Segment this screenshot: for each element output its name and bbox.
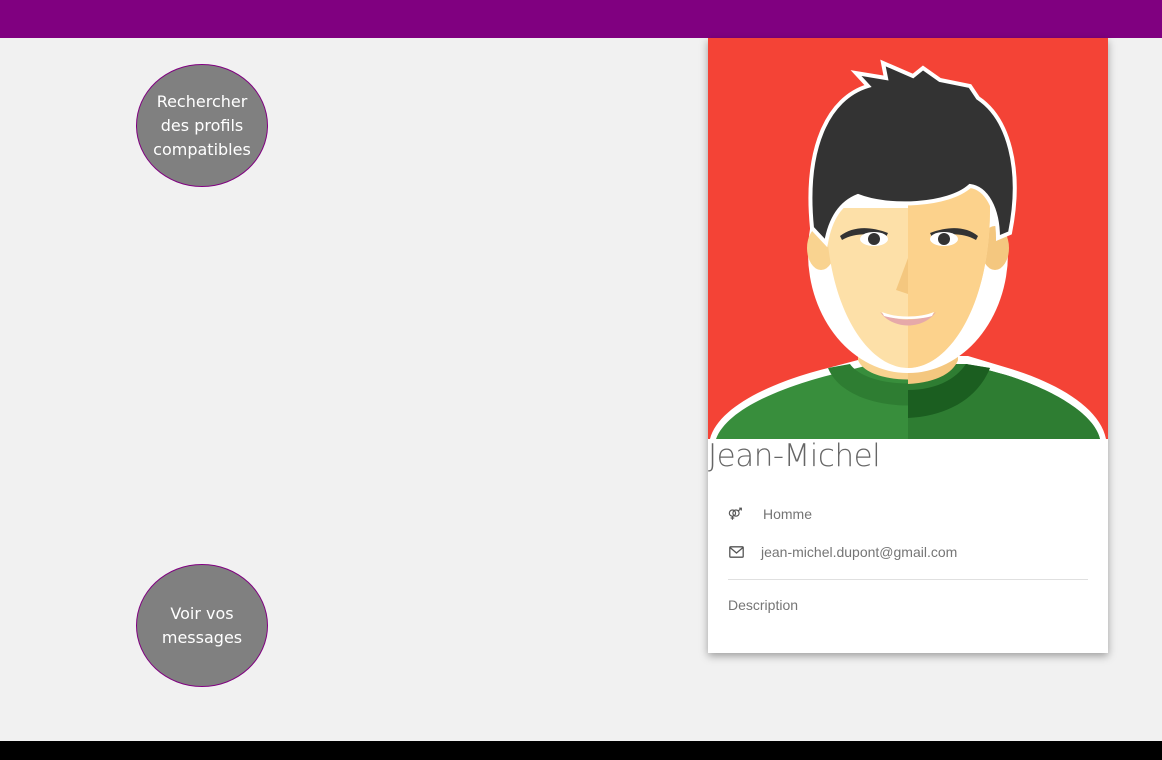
gender-value: Homme: [763, 506, 813, 522]
divider: [728, 579, 1088, 580]
description-label: Description: [728, 597, 799, 613]
gender-icon: [728, 506, 744, 522]
profile-card: Jean-Michel Homme jean-michel.dupont@gma…: [708, 38, 1108, 653]
gender-row: Homme: [728, 506, 812, 522]
bottom-bar: [0, 741, 1162, 760]
email-value[interactable]: jean-michel.dupont@gmail.com: [761, 544, 957, 560]
envelope-icon: [728, 544, 744, 560]
search-profiles-button[interactable]: Rechercher des profils compatibles: [136, 64, 268, 187]
view-messages-button[interactable]: Voir vos messages: [136, 564, 268, 687]
search-profiles-label: Rechercher des profils compatibles: [153, 91, 251, 159]
top-bar: [0, 0, 1162, 38]
view-messages-label: Voir vos messages: [161, 603, 243, 647]
avatar-illustration: [710, 59, 1106, 439]
email-row: jean-michel.dupont@gmail.com: [728, 544, 957, 560]
profile-name: Jean-Michel: [708, 438, 881, 474]
avatar: [708, 38, 1108, 439]
